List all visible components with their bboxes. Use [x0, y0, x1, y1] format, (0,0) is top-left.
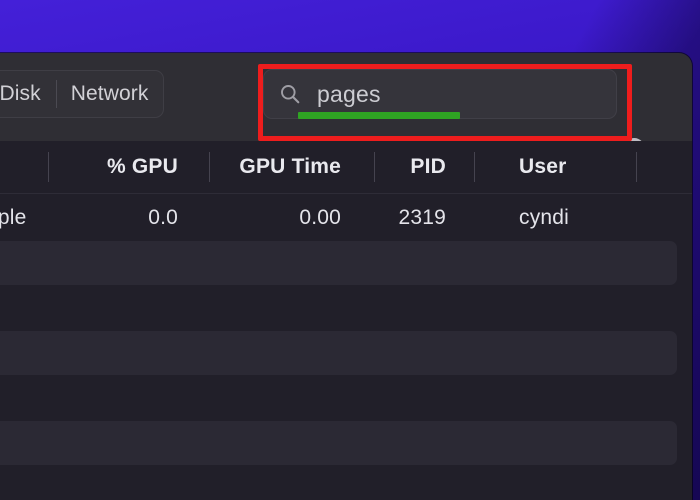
- column-divider[interactable]: [209, 152, 210, 182]
- tab-disk-label: Disk: [0, 82, 41, 106]
- cell-user: cyndi: [519, 194, 599, 242]
- vertical-scrollbar[interactable]: [677, 241, 692, 500]
- cell-pid: 2319: [398, 194, 446, 242]
- window-toolbar: rgy Disk Network pages: [0, 53, 692, 141]
- table-header-row: % GPU GPU Time PID User: [0, 141, 692, 194]
- column-pid[interactable]: PID: [398, 141, 446, 193]
- cell-process-name: pple: [0, 194, 42, 242]
- search-icon: [280, 84, 300, 104]
- column-divider[interactable]: [474, 152, 475, 182]
- process-table: % GPU GPU Time PID User pple 0.0 0.00 2319 cynd…: [0, 141, 692, 500]
- view-segmented-control[interactable]: rgy Disk Network: [0, 70, 164, 118]
- table-row[interactable]: pple 0.0 0.00 2319 cyndi: [0, 194, 692, 242]
- activity-monitor-window: rgy Disk Network pages: [0, 53, 692, 500]
- table-row[interactable]: [0, 421, 677, 465]
- column-divider[interactable]: [636, 152, 637, 182]
- column-divider[interactable]: [374, 152, 375, 182]
- column-gpu-percent[interactable]: % GPU: [82, 141, 178, 193]
- tab-network-label: Network: [71, 82, 149, 106]
- table-row[interactable]: [0, 241, 677, 285]
- search-input[interactable]: pages: [263, 69, 617, 119]
- cell-gpu-percent: 0.0: [82, 194, 178, 242]
- column-divider[interactable]: [48, 152, 49, 182]
- cell-gpu-time: 0.00: [241, 194, 341, 242]
- table-empty-rows: [0, 241, 692, 500]
- screenshot-root: rgy Disk Network pages: [0, 0, 700, 500]
- table-row[interactable]: [0, 331, 677, 375]
- tab-disk[interactable]: Disk: [0, 71, 56, 117]
- column-gpu-time[interactable]: GPU Time: [241, 141, 341, 193]
- search-input-value: pages: [317, 81, 381, 108]
- column-user[interactable]: User: [519, 141, 599, 193]
- tab-network[interactable]: Network: [56, 71, 164, 117]
